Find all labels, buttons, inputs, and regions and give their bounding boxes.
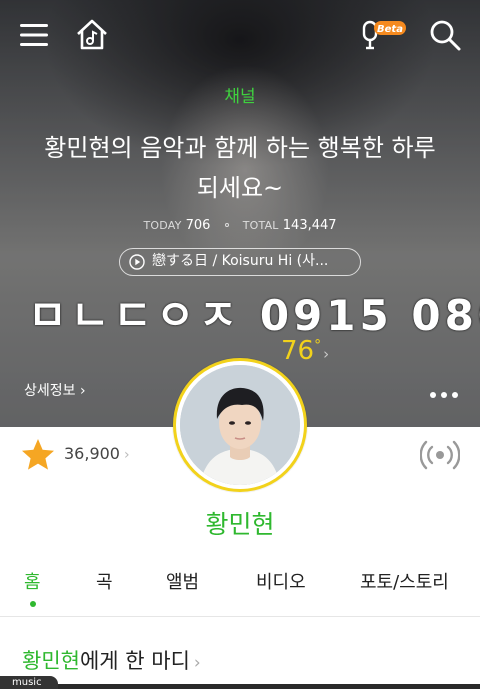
temperature-value: 76	[281, 336, 315, 366]
mic-beta-badge: Beta	[377, 24, 403, 35]
temperature-chevron: ›	[323, 345, 330, 363]
active-tab-indicator	[30, 601, 36, 607]
comment-artist-name: 황민현	[22, 649, 80, 673]
star-like-icon[interactable]	[20, 437, 56, 473]
music-home-icon[interactable]	[74, 18, 110, 52]
tab-albums[interactable]: 앨범	[166, 568, 199, 594]
visit-stats: TODAY 706 TOTAL 143,447	[0, 218, 480, 233]
channel-label: 채널	[224, 87, 256, 107]
microphone-icon[interactable]: Beta	[360, 18, 408, 52]
radio-broadcast-icon[interactable]	[420, 438, 460, 472]
today-label: TODAY	[143, 219, 182, 232]
comment-prompt-link[interactable]: 황민현에게 한 마디 ›	[22, 645, 201, 675]
tab-videos[interactable]: 비디오	[256, 568, 306, 594]
play-icon	[129, 254, 145, 270]
tab-photo-story[interactable]: 포토/스토리	[360, 568, 449, 594]
likes-value: 36,900	[64, 444, 120, 463]
artist-name: 황민현	[205, 510, 275, 539]
section-divider	[0, 616, 480, 617]
comment-chevron: ›	[193, 653, 201, 673]
comment-suffix: 에게 한 마디	[79, 649, 190, 673]
artist-avatar[interactable]	[180, 365, 300, 485]
channel-headline: 황민현의 음악과 함께 하는 행복한 하루 되세요~	[44, 134, 436, 202]
total-count: 143,447	[282, 218, 337, 233]
avatar-portrait	[180, 365, 300, 485]
bottom-bar	[58, 684, 480, 689]
tab-home[interactable]: 홈	[24, 568, 41, 594]
overlay-caption: ㅁㄴㄷㅇㅈ 0915 0809	[28, 291, 480, 340]
temperature-unit: °	[314, 337, 322, 354]
hamburger-menu-icon[interactable]	[18, 20, 50, 50]
channel-tabs: 홈 곡 앨범 비디오 포토/스토리	[0, 568, 480, 608]
detail-info-link[interactable]: 상세정보 ›	[24, 380, 86, 400]
now-playing-button[interactable]: 戀する日 / Koisuru Hi (사...	[119, 248, 361, 276]
today-count: 706	[185, 218, 211, 233]
stats-separator	[224, 223, 229, 227]
more-horizontal-icon[interactable]	[428, 388, 460, 402]
tab-songs[interactable]: 곡	[96, 568, 113, 594]
likes-count[interactable]: 36,900 ›	[64, 444, 130, 463]
total-label: TOTAL	[242, 219, 279, 232]
music-temperature[interactable]: 76° ›	[281, 336, 329, 366]
likes-chevron: ›	[123, 447, 130, 463]
music-tag: music	[0, 676, 58, 689]
search-icon[interactable]	[428, 18, 462, 52]
now-playing-title: 戀する日 / Koisuru Hi (사...	[152, 253, 329, 269]
